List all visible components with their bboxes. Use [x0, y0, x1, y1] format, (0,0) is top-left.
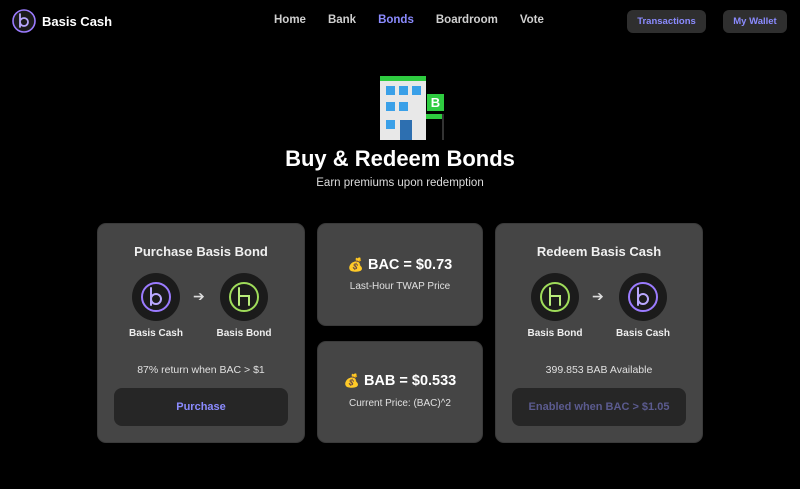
basis-bond-token	[220, 273, 268, 321]
money-bag-icon: 💰	[347, 257, 364, 272]
bab-available-info: 399.853 BAB Available	[545, 364, 653, 376]
basis-cash-token	[132, 273, 180, 321]
bac-price-value: BAC = $0.73	[367, 257, 453, 273]
basis-cash-token-icon	[141, 282, 171, 312]
bab-price-card: 💰 BAB = $0.533 Current Price: (BAC)^2	[318, 342, 482, 442]
basis-bond-token	[531, 273, 579, 321]
redeem-card-title: Redeem Basis Cash	[536, 244, 662, 259]
bac-price-caption: Last-Hour TWAP Price	[349, 281, 451, 292]
bac-price-row: 💰 BAC = $0.73	[318, 257, 482, 273]
to-token-label: Basis Bond	[216, 328, 272, 339]
from-token-label: Basis Bond	[527, 328, 583, 339]
bab-price-row: 💰 BAB = $0.533	[318, 373, 482, 389]
redeem-button[interactable]: Enabled when BAC > $1.05	[512, 388, 686, 426]
return-info: 87% return when BAC > $1	[137, 364, 265, 376]
my-wallet-button[interactable]: My Wallet	[723, 10, 787, 33]
to-token-label: Basis Cash	[616, 328, 670, 339]
main-nav: Home Bank Bonds Boardroom Vote	[274, 14, 566, 26]
basis-cash-token-icon	[628, 282, 658, 312]
nav-vote[interactable]: Vote	[520, 14, 544, 26]
svg-text:B: B	[431, 95, 440, 110]
arrow-right-icon: ➔	[193, 288, 205, 304]
nav-home[interactable]: Home	[274, 14, 306, 26]
basis-bond-token-icon	[540, 282, 570, 312]
bank-building-icon: B	[380, 76, 444, 140]
basis-cash-logo-icon	[12, 9, 36, 33]
nav-boardroom[interactable]: Boardroom	[436, 14, 498, 26]
purchase-button[interactable]: Purchase	[114, 388, 288, 426]
app-name: Basis Cash	[42, 13, 113, 29]
bab-price-value: BAB = $0.533	[363, 373, 457, 389]
basis-cash-token	[619, 273, 667, 321]
bac-price-card: 💰 BAC = $0.73 Last-Hour TWAP Price	[318, 224, 482, 325]
money-bag-icon: 💰	[343, 373, 360, 388]
redeem-cash-card: Redeem Basis Cash ➔ Basis Bond Basis Cas…	[496, 224, 702, 442]
nav-bank[interactable]: Bank	[328, 14, 356, 26]
purchase-card-title: Purchase Basis Bond	[134, 244, 268, 259]
from-token-label: Basis Cash	[129, 328, 183, 339]
purchase-bond-card: Purchase Basis Bond ➔ Basis Cash Basis B…	[98, 224, 304, 442]
basis-bond-token-icon	[229, 282, 259, 312]
bab-price-caption: Current Price: (BAC)^2	[349, 398, 451, 409]
transactions-button[interactable]: Transactions	[627, 10, 706, 33]
page-subtitle: Earn premiums upon redemption	[316, 177, 484, 189]
nav-bonds[interactable]: Bonds	[378, 14, 414, 26]
page-title: Buy & Redeem Bonds	[285, 146, 515, 171]
arrow-right-icon: ➔	[592, 288, 604, 304]
app-logo[interactable]: Basis Cash	[12, 9, 112, 33]
